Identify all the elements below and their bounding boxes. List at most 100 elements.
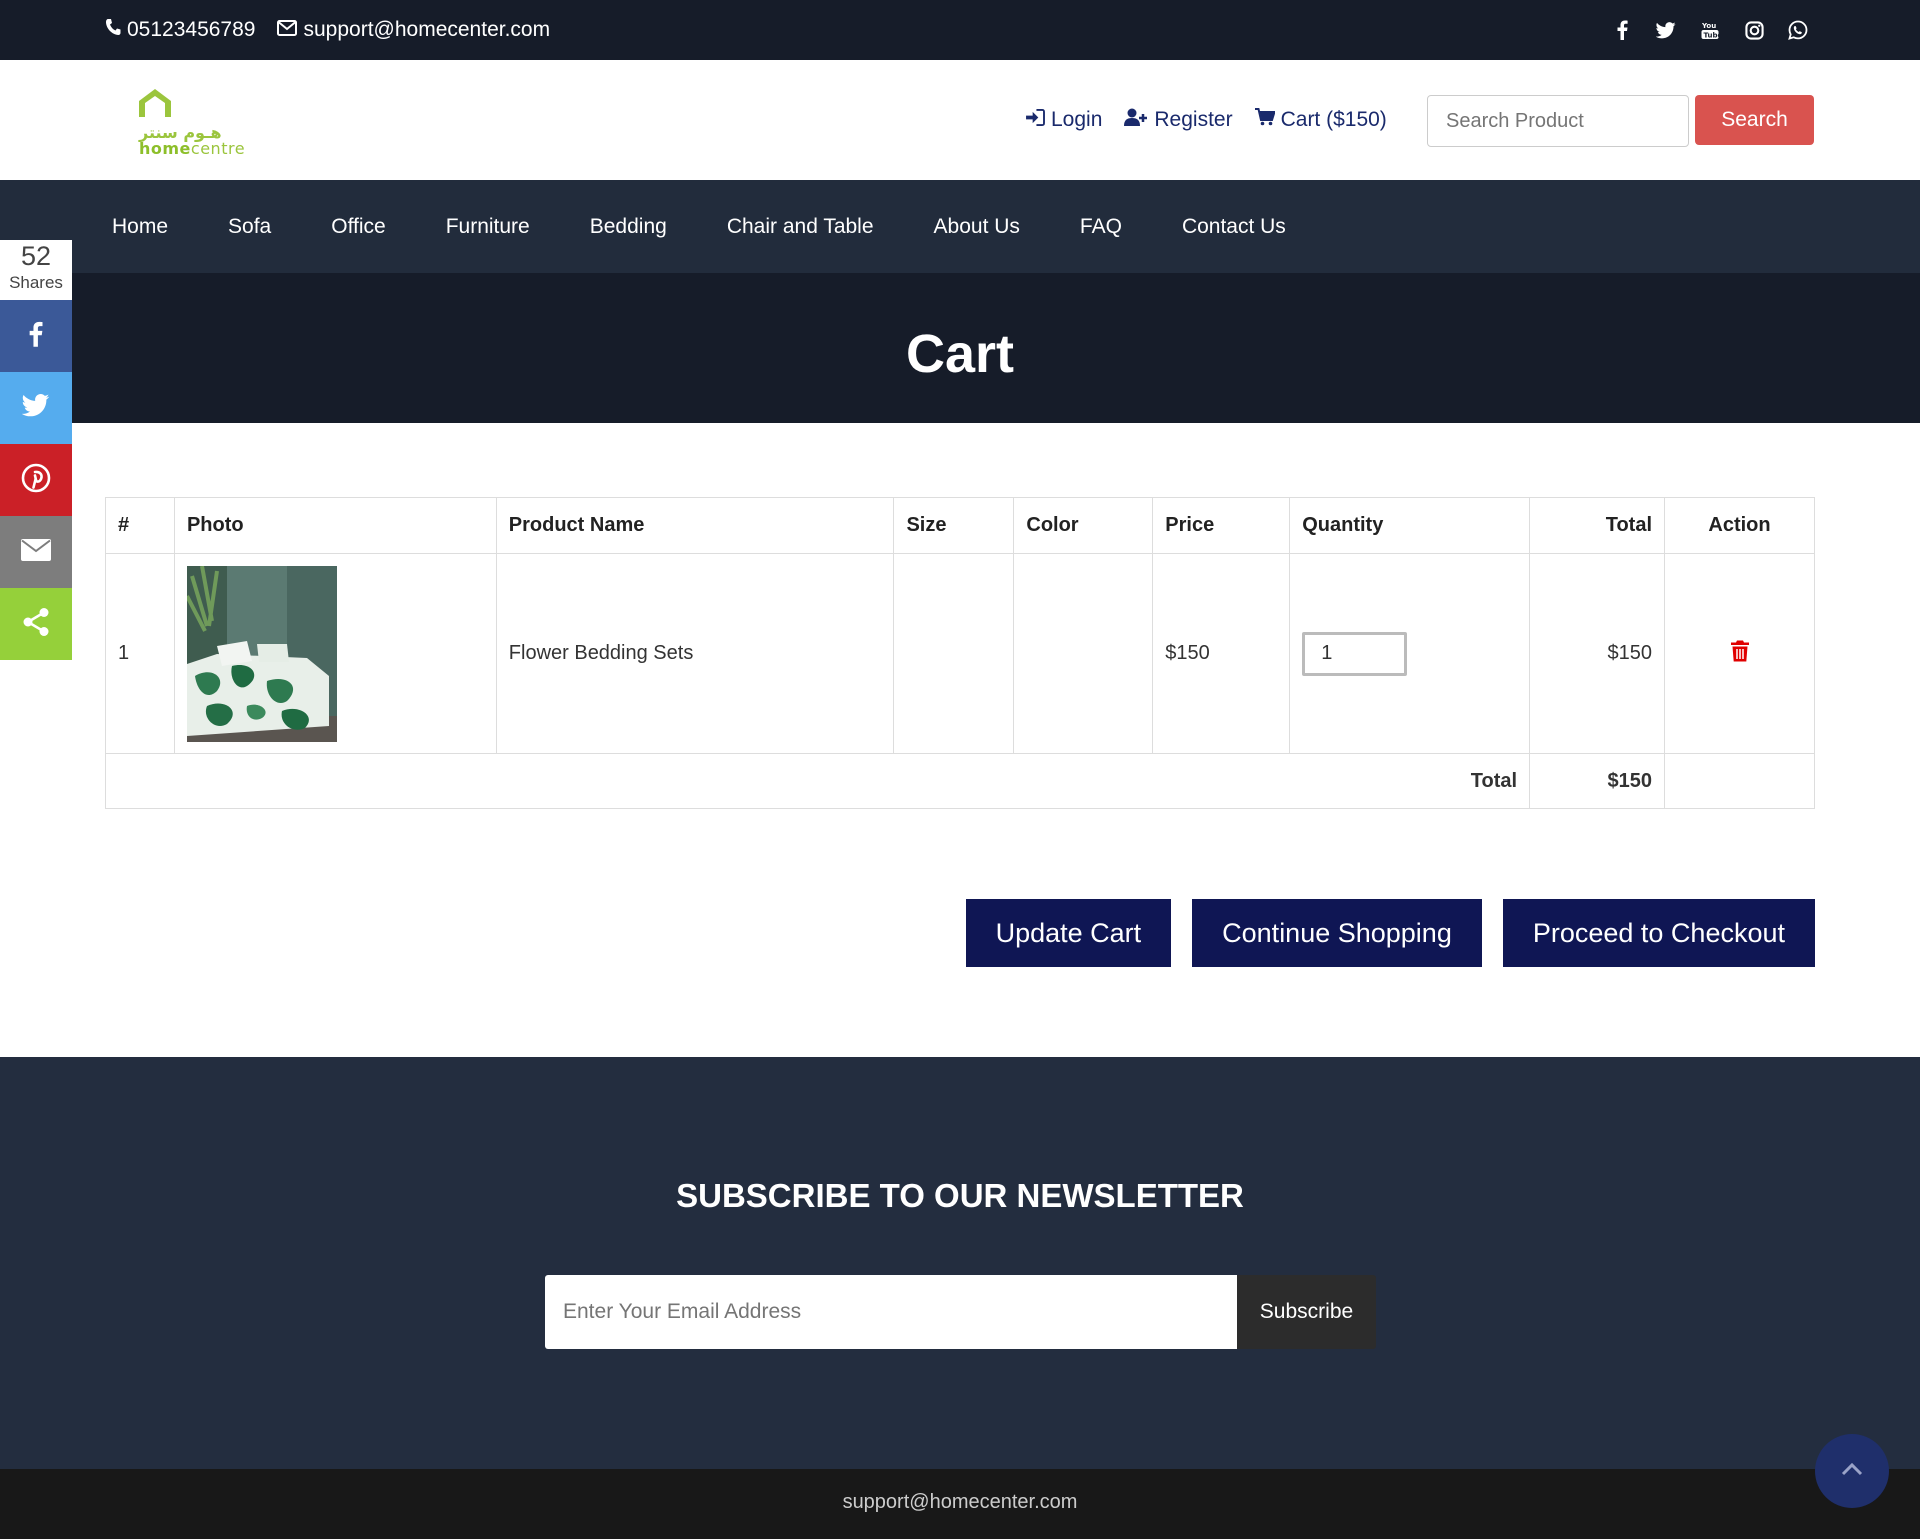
logo-home-word: home — [139, 139, 191, 158]
table-row: 1 Flower Bedding Sets $150 1 $150 — [105, 553, 1815, 754]
email-contact[interactable]: support@homecenter.com — [277, 18, 550, 42]
svg-text:Tube: Tube — [1704, 32, 1720, 40]
cart-table: # Photo Product Name Size Color Price Qu… — [104, 497, 1815, 809]
column-header-product-name: Product Name — [495, 497, 895, 554]
sign-in-icon — [1026, 108, 1045, 132]
nav-item-furniture[interactable]: Furniture — [446, 215, 530, 239]
row-action-cell — [1664, 553, 1815, 754]
quantity-input[interactable] — [1302, 631, 1408, 676]
phone-contact[interactable]: 05123456789 — [105, 18, 255, 42]
nav-item-office[interactable]: Office — [331, 215, 385, 239]
share-more-button[interactable] — [0, 588, 72, 660]
continue-shopping-button[interactable]: Continue Shopping — [1192, 899, 1482, 967]
twitter-icon[interactable] — [1656, 20, 1676, 40]
nav-item-chair-and-table[interactable]: Chair and Table — [727, 215, 874, 239]
login-label: Login — [1051, 108, 1103, 131]
page-banner: Cart — [0, 273, 1920, 423]
column-header-size: Size — [893, 497, 1015, 554]
phone-number: 05123456789 — [127, 18, 256, 41]
pinterest-icon — [21, 463, 51, 498]
row-color — [1013, 553, 1154, 754]
cart-actions: Update Cart Continue Shopping Proceed to… — [965, 899, 1815, 967]
nav-item-home[interactable]: Home — [112, 215, 168, 239]
row-product-name[interactable]: Flower Bedding Sets — [495, 553, 895, 754]
table-footer-row: Total $150 — [104, 753, 1815, 809]
register-link[interactable]: Register — [1124, 108, 1233, 132]
nav-item-contact-us[interactable]: Contact Us — [1182, 215, 1286, 239]
nav-item-about-us[interactable]: About Us — [934, 215, 1020, 239]
nav-item-bedding[interactable]: Bedding — [590, 215, 667, 239]
header-links: Login Register Cart ($150) — [1026, 60, 1387, 180]
youtube-icon[interactable]: You Tube — [1700, 20, 1720, 40]
envelope-icon — [21, 538, 51, 566]
register-label: Register — [1154, 108, 1233, 131]
share-count-number: 52 — [20, 241, 52, 271]
column-header-price: Price — [1152, 497, 1291, 554]
share-sidebar: 52 Shares — [0, 240, 72, 660]
column-header-total: Total — [1529, 497, 1666, 554]
column-header-index: # — [105, 497, 175, 554]
share-pinterest-button[interactable] — [0, 444, 72, 516]
newsletter-title: SUBSCRIBE TO OUR NEWSLETTER — [676, 1177, 1244, 1214]
footer-total-label: Total — [104, 753, 1531, 809]
cart-label: Cart ($150) — [1280, 108, 1387, 131]
nav-item-sofa[interactable]: Sofa — [228, 215, 271, 239]
footer-total-value: $150 — [1529, 753, 1666, 809]
share-facebook-button[interactable] — [0, 300, 72, 372]
share-icon — [22, 607, 50, 642]
whatsapp-icon[interactable] — [1788, 20, 1808, 40]
facebook-icon — [29, 321, 43, 352]
column-header-photo: Photo — [173, 497, 497, 554]
house-logo-icon — [139, 89, 171, 117]
product-photo[interactable] — [186, 565, 337, 742]
facebook-icon[interactable] — [1612, 20, 1632, 40]
chevron-up-icon — [1841, 1462, 1863, 1481]
logo-centre-word: centre — [190, 139, 246, 158]
site-header: هـوم سنتر homecentre Login Register Cart… — [0, 60, 1920, 180]
footer-empty-cell — [1664, 753, 1815, 809]
instagram-icon[interactable] — [1744, 20, 1764, 40]
update-cart-button[interactable]: Update Cart — [965, 899, 1172, 967]
row-quantity-cell — [1289, 553, 1531, 754]
newsletter-email-input[interactable] — [545, 1275, 1237, 1349]
row-photo-cell — [173, 553, 497, 754]
svg-text:You: You — [1701, 22, 1716, 30]
login-link[interactable]: Login — [1026, 108, 1102, 132]
footer-email[interactable]: support@homecenter.com — [0, 1491, 1920, 1514]
logo-latin-text: homecentre — [139, 139, 245, 158]
newsletter-section: SUBSCRIBE TO OUR NEWSLETTER Subscribe — [0, 1057, 1920, 1469]
cart-link[interactable]: Cart ($150) — [1254, 108, 1387, 132]
proceed-to-checkout-button[interactable]: Proceed to Checkout — [1502, 899, 1815, 967]
site-logo[interactable]: هـوم سنتر homecentre — [135, 85, 245, 160]
phone-icon — [105, 18, 121, 42]
share-email-button[interactable] — [0, 516, 72, 588]
envelope-icon — [277, 18, 298, 42]
row-index: 1 — [105, 553, 175, 754]
twitter-icon — [21, 394, 50, 422]
shopping-cart-icon — [1254, 108, 1276, 132]
trash-icon[interactable] — [1730, 640, 1750, 668]
subscribe-button[interactable]: Subscribe — [1237, 1275, 1376, 1349]
column-header-quantity: Quantity — [1289, 497, 1531, 554]
share-count-label: Shares — [9, 273, 63, 292]
row-price: $150 — [1152, 553, 1291, 754]
column-header-color: Color — [1013, 497, 1154, 554]
email-address: support@homecenter.com — [303, 18, 551, 41]
row-size — [893, 553, 1015, 754]
site-footer: support@homecenter.com — [0, 1469, 1920, 1539]
page-title: Cart — [905, 324, 1015, 384]
share-twitter-button[interactable] — [0, 372, 72, 444]
search-button[interactable]: Search — [1695, 95, 1814, 145]
share-count: 52 Shares — [0, 240, 72, 300]
search-input[interactable] — [1427, 95, 1689, 147]
user-plus-icon — [1124, 108, 1148, 132]
table-header-row: # Photo Product Name Size Color Price Qu… — [105, 497, 1815, 554]
top-bar: 05123456789 support@homecenter.com You Tu… — [0, 0, 1920, 60]
scroll-to-top-button[interactable] — [1815, 1434, 1889, 1508]
row-total: $150 — [1529, 553, 1666, 754]
main-nav: Home Sofa Office Furniture Bedding Chair… — [0, 180, 1920, 273]
contact-info: 05123456789 support@homecenter.com — [105, 0, 550, 60]
column-header-action: Action — [1664, 497, 1815, 554]
social-links: You Tube — [1612, 0, 1808, 60]
nav-item-faq[interactable]: FAQ — [1080, 215, 1122, 239]
